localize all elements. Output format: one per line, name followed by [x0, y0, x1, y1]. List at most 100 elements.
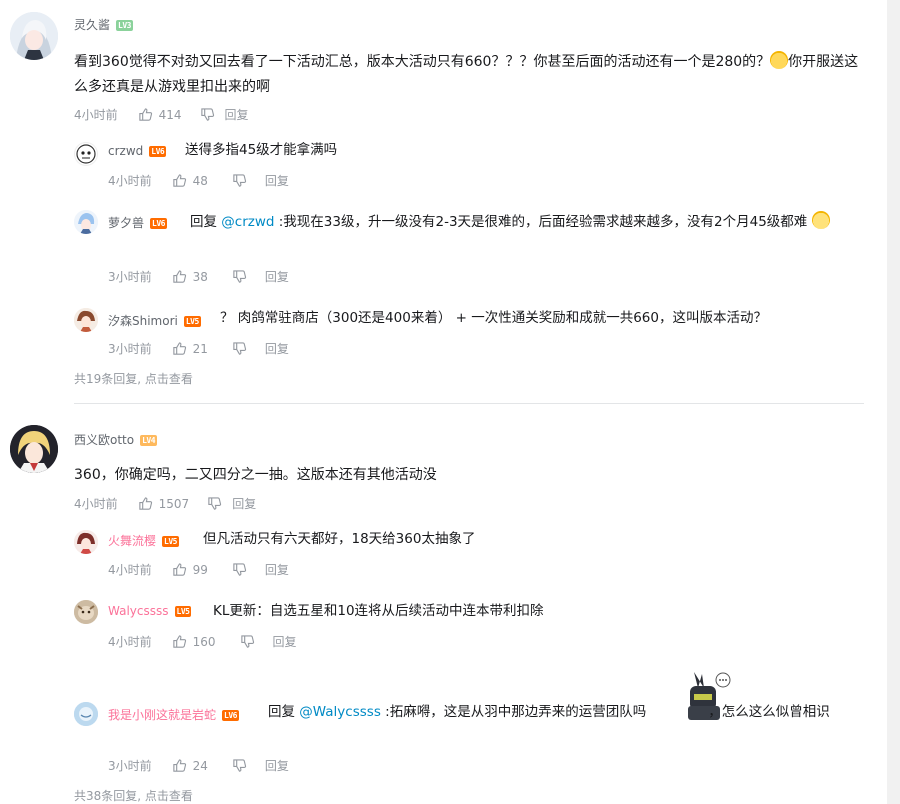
thumbs-up-icon[interactable]: [172, 758, 187, 773]
reply-button[interactable]: 回复: [265, 268, 289, 285]
reply-meta: 4小时前 48 回复: [108, 172, 289, 189]
reply-text: ？ 肉鸽常驻商店（300还是400来着） + 一次性通关奖励和成就一共660，这…: [220, 310, 767, 326]
level-badge: LV3: [116, 20, 133, 31]
reply-avatar[interactable]: [74, 308, 98, 332]
thumbs-up-icon[interactable]: [138, 496, 153, 511]
reply-button[interactable]: 回复: [225, 106, 249, 123]
username-text[interactable]: crzwd: [108, 144, 143, 158]
reply-text-body: :拓麻嘚，这是从羽中那边弄来的运营团队吗: [380, 704, 647, 720]
reply-prefix: 回复: [268, 704, 300, 720]
timestamp: 4小时前: [108, 563, 152, 577]
reply-button[interactable]: 回复: [265, 340, 289, 357]
reply-text: 回复 @crzwd :我现在33级，升一级没有2-3天是很难的，后面经验需求越来…: [108, 210, 868, 235]
thumbs-down-icon[interactable]: [207, 496, 222, 511]
avatar-image: [76, 144, 96, 164]
reply-text: 回复 @Walycssss :拓麻嘚，这是从羽中那边弄来的运营团队吗 ，怎么这么似…: [108, 700, 868, 725]
comment-text-body: 看到360觉得不对劲又回去看了一下活动汇总，版本大活动只有660？？？你甚至后面…: [74, 54, 771, 70]
reply-meta: 3小时前 24 回复: [108, 757, 289, 774]
avatar-image: [74, 530, 98, 554]
mention-link[interactable]: @crzwd: [221, 214, 274, 230]
timestamp: 3小时前: [108, 342, 152, 356]
like-count: 24: [192, 758, 208, 773]
dizzy-emoji-icon: [811, 211, 830, 229]
reply-button[interactable]: 回复: [273, 633, 297, 650]
username-text[interactable]: 火舞流樱: [108, 534, 156, 548]
level-badge: LV5: [183, 316, 201, 327]
username-text[interactable]: Walycssss: [108, 604, 169, 618]
comment-meta: 4小时前 414 回复: [74, 106, 249, 123]
view-more-replies-link[interactable]: 共19条回复, 点击查看: [74, 370, 193, 387]
reply-username[interactable]: 汐森Shimori LV5: [108, 312, 201, 329]
reply-meta: 4小时前 99 回复: [108, 561, 289, 578]
thumbs-up-icon[interactable]: [172, 562, 187, 577]
reply-avatar[interactable]: [74, 210, 98, 234]
thumbs-up-icon[interactable]: [172, 634, 187, 649]
like-count: 99: [192, 562, 208, 577]
comment-meta: 4小时前 1507 回复: [74, 495, 256, 512]
timestamp: 3小时前: [108, 270, 152, 284]
avatar-image: [10, 12, 58, 60]
reply-prefix: 回复: [190, 214, 222, 230]
comment-username[interactable]: 西义欧otto LV4: [74, 431, 158, 448]
thumbs-down-icon[interactable]: [200, 107, 215, 122]
reply-username[interactable]: crzwd LV6: [108, 144, 167, 158]
like-count: 38: [192, 269, 208, 284]
divider: [74, 403, 864, 404]
avatar-image: [74, 600, 98, 624]
reply-username[interactable]: 火舞流樱 LV5: [108, 532, 179, 549]
timestamp: 4小时前: [108, 635, 152, 649]
thumbs-down-icon[interactable]: [240, 634, 255, 649]
level-badge: LV4: [140, 435, 158, 446]
thumbs-down-icon[interactable]: [232, 562, 247, 577]
thumbs-up-icon[interactable]: [172, 173, 187, 188]
avatar-image: [10, 425, 58, 473]
username-text[interactable]: 灵久酱: [74, 18, 110, 32]
reply-avatar[interactable]: [74, 600, 98, 624]
thumbs-down-icon[interactable]: [232, 758, 247, 773]
reply-avatar[interactable]: [74, 530, 98, 554]
comment-text: 360，你确定吗，二又四分之一抽。这版本还有其他活动没: [74, 467, 437, 483]
laugh-cry-emoji-icon: [770, 51, 789, 69]
timestamp: 3小时前: [108, 759, 152, 773]
reply-meta: 4小时前 160 回复: [108, 633, 297, 650]
level-badge: LV5: [162, 536, 179, 547]
avatar[interactable]: [10, 12, 58, 60]
reply-avatar[interactable]: [74, 142, 98, 166]
timestamp: 4小时前: [74, 497, 118, 511]
comment-text: 看到360觉得不对劲又回去看了一下活动汇总，版本大活动只有660？？？你甚至后面…: [74, 50, 869, 100]
thumbs-up-icon[interactable]: [172, 269, 187, 284]
thumbs-down-icon[interactable]: [232, 269, 247, 284]
scrollbar[interactable]: [887, 0, 900, 804]
reply-button[interactable]: 回复: [232, 495, 256, 512]
avatar-image: [74, 702, 98, 726]
avatar-image: [74, 308, 98, 332]
like-count: 48: [192, 173, 208, 188]
thumbs-up-icon[interactable]: [172, 341, 187, 356]
timestamp: 4小时前: [108, 174, 152, 188]
like-count: 1507: [158, 496, 190, 511]
thumbs-down-icon[interactable]: [232, 173, 247, 188]
view-more-replies-link[interactable]: 共38条回复, 点击查看: [74, 787, 193, 804]
timestamp: 4小时前: [74, 108, 118, 122]
like-count: 414: [158, 107, 182, 122]
reply-text: 送得多指45级才能拿满吗: [185, 142, 338, 158]
reply-avatar[interactable]: [74, 702, 98, 726]
scrollbar-thumb[interactable]: [889, 0, 898, 804]
reply-text: 但凡活动只有六天都好，18天给360太抽象了: [203, 531, 476, 547]
reply-meta: 3小时前 38 回复: [108, 268, 289, 285]
avatar[interactable]: [10, 425, 58, 473]
reply-button[interactable]: 回复: [265, 172, 289, 189]
avatar-image: [74, 210, 98, 234]
reply-meta: 3小时前 21 回复: [108, 340, 289, 357]
thumbs-down-icon[interactable]: [232, 341, 247, 356]
reply-button[interactable]: 回复: [265, 561, 289, 578]
level-badge: LV6: [149, 146, 167, 157]
thumbs-up-icon[interactable]: [138, 107, 153, 122]
username-text[interactable]: 西义欧otto: [74, 433, 134, 447]
mention-link[interactable]: @Walycssss: [299, 704, 381, 720]
username-text[interactable]: 汐森Shimori: [108, 314, 178, 328]
reply-text-body: :我现在33级，升一级没有2-3天是很难的，后面经验需求越来越多，没有2个月45…: [274, 214, 808, 230]
reply-button[interactable]: 回复: [265, 757, 289, 774]
comment-username[interactable]: 灵久酱 LV3: [74, 16, 133, 33]
reply-username[interactable]: Walycssss LV5: [108, 604, 192, 618]
